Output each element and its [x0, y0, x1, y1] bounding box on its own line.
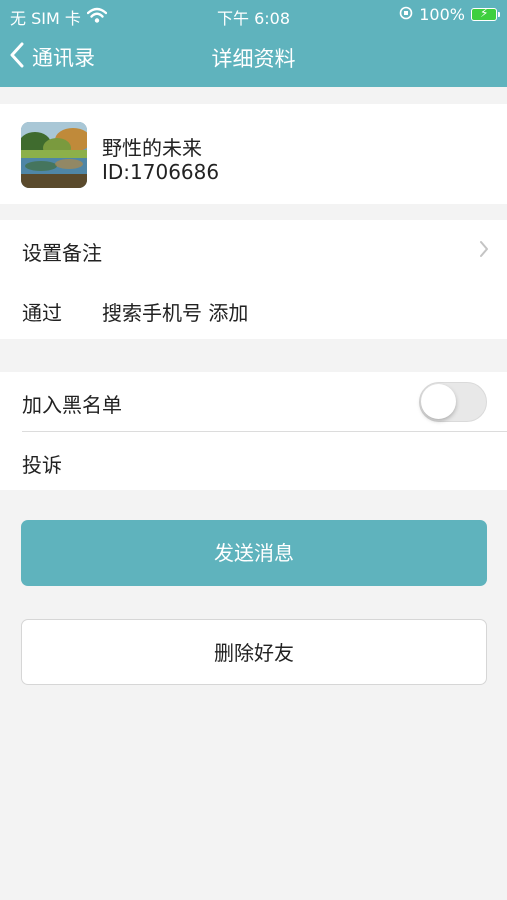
send-message-button[interactable]: 发送消息	[21, 520, 487, 586]
profile-name: 野性的未来	[102, 136, 202, 160]
blacklist-label: 加入黑名单	[22, 393, 122, 417]
blacklist-section: 加入黑名单 投诉	[0, 372, 507, 490]
info-section: 设置备注 通过 搜索手机号 添加	[0, 220, 507, 339]
set-remark-row[interactable]: 设置备注	[0, 220, 507, 280]
report-row[interactable]: 投诉	[0, 432, 507, 492]
avatar[interactable]	[21, 122, 87, 188]
blacklist-row: 加入黑名单	[0, 372, 507, 432]
battery-percent: 100%	[419, 5, 465, 24]
set-remark-label: 设置备注	[22, 241, 102, 265]
battery-charging-icon: ⚡	[471, 6, 500, 21]
nav-bar: 通讯录 详细资料	[0, 30, 507, 87]
chevron-right-icon	[479, 240, 489, 262]
source-row: 通过 搜索手机号 添加	[0, 280, 507, 340]
report-label: 投诉	[22, 453, 62, 477]
orientation-lock-icon	[399, 5, 413, 24]
status-right: 100% ⚡	[399, 5, 500, 24]
page-title: 详细资料	[211, 47, 296, 71]
source-label: 通过	[22, 301, 62, 325]
source-method: 搜索手机号 添加	[102, 301, 249, 325]
delete-friend-button[interactable]: 删除好友	[21, 619, 487, 685]
profile-card: 野性的未来 ID:1706686	[0, 104, 507, 204]
blacklist-toggle[interactable]	[419, 382, 487, 422]
toggle-knob	[421, 384, 456, 419]
status-bar: 无 SIM 卡 下午 6:08 100% ⚡	[0, 0, 507, 30]
profile-id: ID:1706686	[102, 160, 220, 184]
header: 无 SIM 卡 下午 6:08 100% ⚡ 通讯录 详细资料	[0, 0, 507, 87]
